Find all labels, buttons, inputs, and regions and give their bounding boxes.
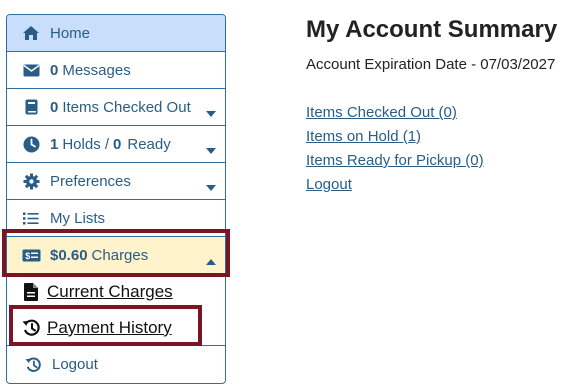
caret-down-icon <box>206 104 216 121</box>
page-title: My Account Summary <box>306 16 558 43</box>
sidebar-subitem-payment-history[interactable]: Payment History <box>7 310 225 346</box>
history-icon <box>21 318 41 338</box>
sidebar-item-label: Messages <box>62 61 131 79</box>
sidebar-item-label: Home <box>50 24 91 42</box>
list-icon <box>21 208 41 228</box>
messages-count: 0 <box>50 61 59 79</box>
charges-amount: $0.60 <box>50 246 88 264</box>
sidebar-item-label: Payment History <box>47 317 172 337</box>
main-content: My Account Summary Account Expiration Da… <box>306 16 557 197</box>
sidebar-item-label: My Lists <box>50 209 106 227</box>
caret-down-icon <box>206 178 216 195</box>
holds-count: 1 <box>50 135 59 153</box>
link-items-checked-out[interactable]: Items Checked Out (0) <box>306 101 557 125</box>
caret-down-icon <box>206 141 216 158</box>
link-items-ready-for-pickup[interactable]: Items Ready for Pickup (0) <box>306 149 557 173</box>
sidebar-item-preferences[interactable]: Preferences <box>7 163 225 200</box>
sidebar-item-checked-out[interactable]: 0 Items Checked Out <box>7 89 225 126</box>
ready-count: 0 <box>113 135 122 153</box>
summary-links: Items Checked Out (0) Items on Hold (1) … <box>306 101 557 197</box>
history-icon <box>23 355 43 375</box>
sidebar-item-charges[interactable]: $ $0.60 Charges <box>7 237 225 274</box>
clock-icon <box>21 134 41 154</box>
sidebar-item-home[interactable]: Home <box>7 15 225 52</box>
sidebar-item-label: Items Checked Out <box>62 98 191 116</box>
book-icon <box>21 97 41 117</box>
holds-label: Holds / <box>62 135 110 153</box>
caret-up-icon <box>206 252 216 269</box>
checked-out-count: 0 <box>50 98 59 116</box>
gear-icon <box>21 171 41 191</box>
file-icon <box>21 282 41 302</box>
sidebar-item-messages[interactable]: 0 Messages <box>7 52 225 89</box>
sidebar-item-label: Charges <box>91 246 149 264</box>
sidebar-item-holds[interactable]: 1 Holds / 0 Ready <box>7 126 225 163</box>
account-expiration: Account Expiration Date - 07/03/2027 <box>306 56 556 73</box>
home-icon <box>21 23 41 43</box>
svg-text:$: $ <box>25 251 30 261</box>
sidebar-item-label: Logout <box>52 356 98 373</box>
money-icon: $ <box>21 245 41 265</box>
envelope-icon <box>21 60 41 80</box>
sidebar-item-label: Preferences <box>50 172 131 190</box>
link-logout[interactable]: Logout <box>306 173 557 197</box>
sidebar-subitem-current-charges[interactable]: Current Charges <box>7 274 225 310</box>
sidebar-item-label: Current Charges <box>47 282 173 301</box>
ready-label: Ready <box>127 135 171 153</box>
account-sidebar: Home 0 Messages 0 Items Checked Out 1 Ho… <box>6 14 226 384</box>
link-items-on-hold[interactable]: Items on Hold (1) <box>306 125 557 149</box>
sidebar-item-my-lists[interactable]: My Lists <box>7 200 225 237</box>
sidebar-item-logout[interactable]: Logout <box>7 346 225 383</box>
